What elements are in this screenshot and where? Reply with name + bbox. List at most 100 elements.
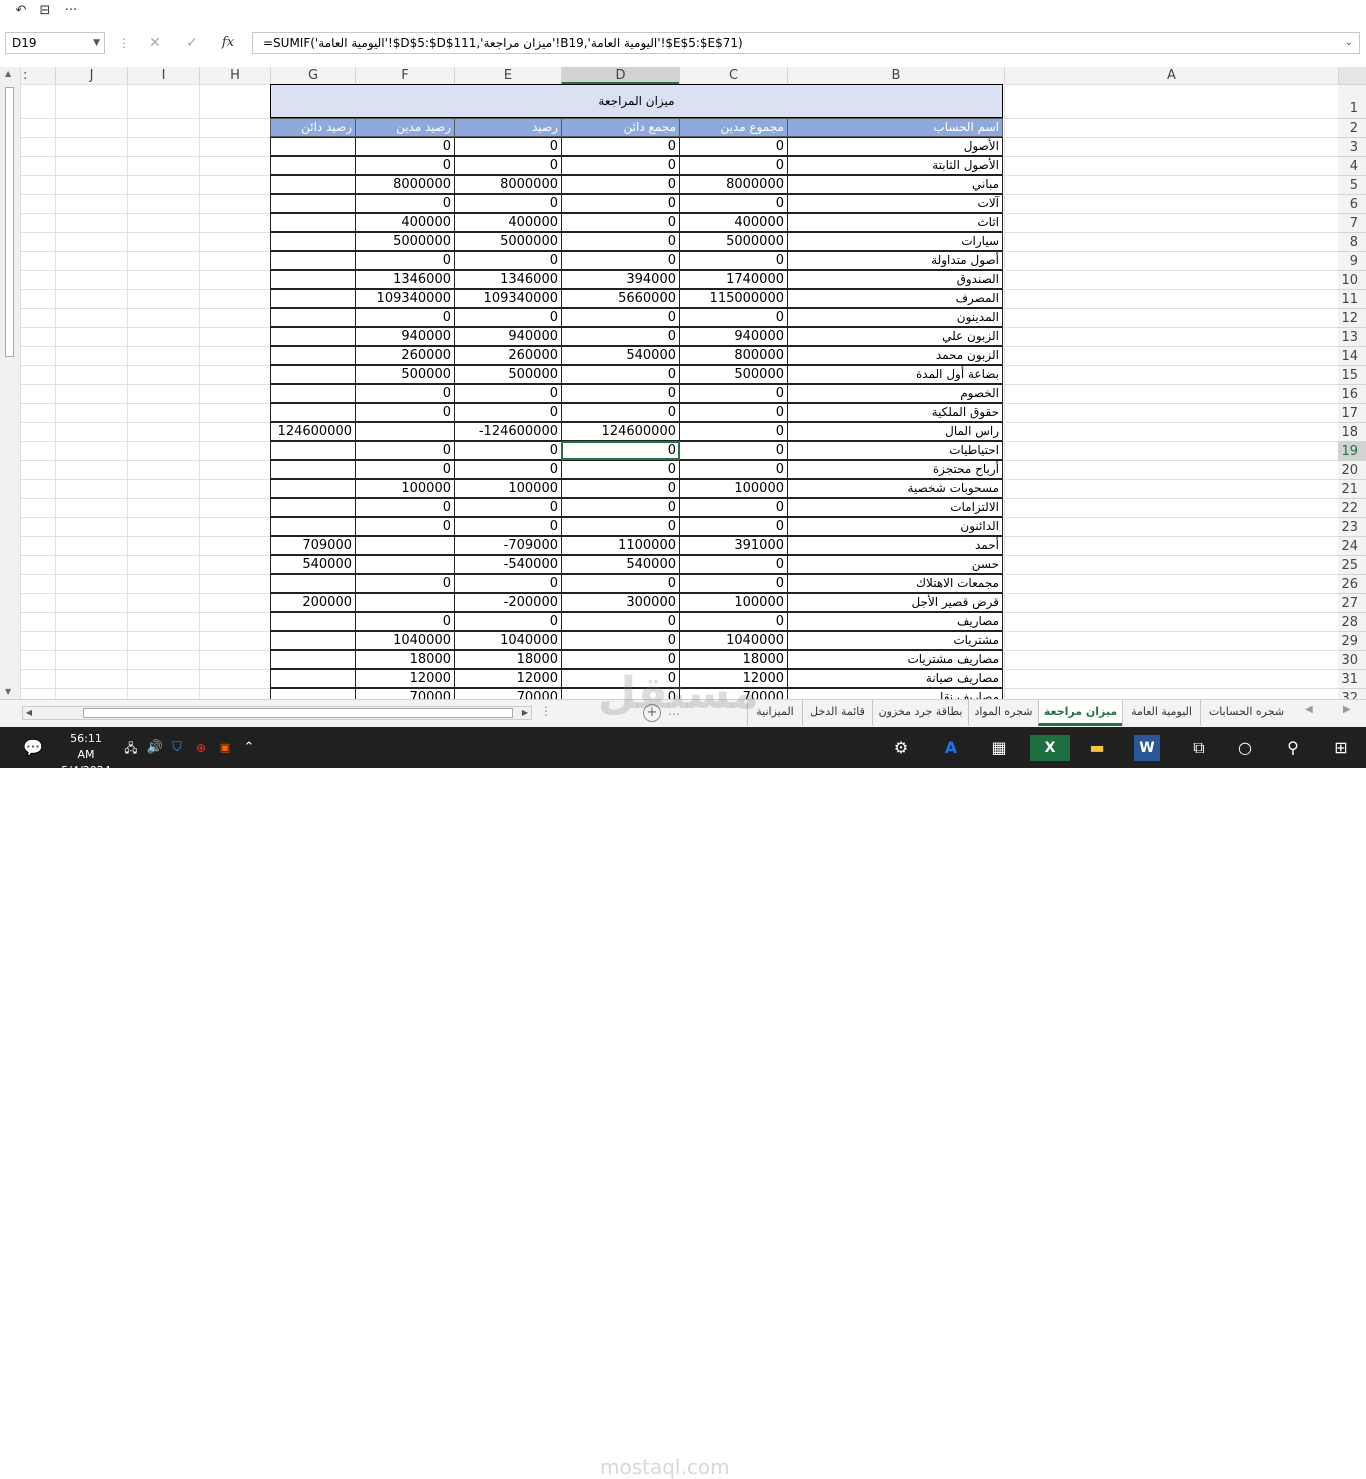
- row-header[interactable]: 19: [1338, 441, 1366, 460]
- column-header-c[interactable]: C: [679, 67, 787, 84]
- cell-debit-balance[interactable]: 0: [355, 498, 455, 517]
- cell-total-debit[interactable]: 0: [679, 308, 788, 327]
- cell-total-credit[interactable]: 0: [561, 650, 680, 669]
- cell-balance[interactable]: 0: [454, 574, 562, 593]
- cell-account-name[interactable]: سيارات: [787, 232, 1003, 251]
- cell-balance[interactable]: 260000: [454, 346, 562, 365]
- cell-account-name[interactable]: حقوق الملكية: [787, 403, 1003, 422]
- insert-function-icon[interactable]: fx: [218, 34, 238, 52]
- cell-credit-balance[interactable]: [270, 327, 356, 346]
- tab-prev-icon[interactable]: ◀: [1305, 704, 1313, 715]
- sheet-tab[interactable]: اليومية العامة: [1122, 700, 1200, 726]
- table-title[interactable]: ميزان المراجعة: [270, 84, 1003, 118]
- cell-balance[interactable]: 0: [454, 137, 562, 156]
- cell-debit-balance[interactable]: 0: [355, 460, 455, 479]
- security-icon[interactable]: ⛉: [164, 735, 190, 761]
- cell-balance[interactable]: 18000: [454, 650, 562, 669]
- row-header[interactable]: 3: [1338, 137, 1366, 156]
- row-header[interactable]: 17: [1338, 403, 1366, 422]
- cell-credit-balance[interactable]: [270, 479, 356, 498]
- cell-account-name[interactable]: الأصول: [787, 137, 1003, 156]
- column-header-h[interactable]: H: [199, 67, 270, 84]
- cell-debit-balance[interactable]: 0: [355, 308, 455, 327]
- vertical-scrollbar[interactable]: ▲ ▼: [0, 67, 21, 699]
- notification-icon[interactable]: 💬: [20, 735, 46, 761]
- cell-total-credit[interactable]: 0: [561, 194, 680, 213]
- cell-credit-balance[interactable]: [270, 688, 356, 699]
- cell-balance[interactable]: 100000: [454, 479, 562, 498]
- cell-total-debit[interactable]: 0: [679, 403, 788, 422]
- cell-total-credit[interactable]: 1100000: [561, 536, 680, 555]
- cell-debit-balance[interactable]: [355, 536, 455, 555]
- cell-balance[interactable]: 0: [454, 612, 562, 631]
- table-icon[interactable]: ⊟: [36, 2, 54, 20]
- cell-total-credit[interactable]: 5660000: [561, 289, 680, 308]
- splitter-icon[interactable]: ⋮: [540, 704, 552, 718]
- cell-account-name[interactable]: الزبون محمد: [787, 346, 1003, 365]
- cell-total-debit[interactable]: 0: [679, 137, 788, 156]
- cell-account-name[interactable]: الأصول الثابتة: [787, 156, 1003, 175]
- cell-total-credit[interactable]: 0: [561, 213, 680, 232]
- cell-balance[interactable]: -709000: [454, 536, 562, 555]
- chevron-up-icon[interactable]: ⌃: [236, 735, 262, 761]
- cell-total-credit[interactable]: 300000: [561, 593, 680, 612]
- row-header[interactable]: 26: [1338, 574, 1366, 593]
- cell-total-debit[interactable]: 0: [679, 612, 788, 631]
- tab-next-icon[interactable]: ▶: [1343, 704, 1351, 715]
- cell-account-name[interactable]: أصول متداولة: [787, 251, 1003, 270]
- network-icon[interactable]: 🖧: [118, 735, 144, 761]
- header-total-debit[interactable]: مجموع مدين: [679, 118, 788, 137]
- cell-credit-balance[interactable]: [270, 612, 356, 631]
- row-header[interactable]: 23: [1338, 517, 1366, 536]
- cell-account-name[interactable]: مشتريات: [787, 631, 1003, 650]
- cell-debit-balance[interactable]: 12000: [355, 669, 455, 688]
- row-header[interactable]: 1: [1338, 84, 1366, 118]
- header-balance[interactable]: رصيد: [454, 118, 562, 137]
- cell-total-credit[interactable]: 0: [561, 251, 680, 270]
- column-header-e[interactable]: E: [454, 67, 561, 84]
- row-header[interactable]: 21: [1338, 479, 1366, 498]
- cell-account-name[interactable]: الدائنون: [787, 517, 1003, 536]
- cell-total-credit[interactable]: 0: [561, 460, 680, 479]
- cell-total-debit[interactable]: 0: [679, 156, 788, 175]
- cell-account-name[interactable]: المدينون: [787, 308, 1003, 327]
- column-header-d[interactable]: D: [561, 67, 679, 84]
- cell-total-debit[interactable]: 115000000: [679, 289, 788, 308]
- cell-debit-balance[interactable]: 0: [355, 403, 455, 422]
- cell-balance[interactable]: 1346000: [454, 270, 562, 289]
- cell-total-credit[interactable]: 540000: [561, 555, 680, 574]
- cell-credit-balance[interactable]: 709000: [270, 536, 356, 555]
- cell-account-name[interactable]: بضاعة أول المدة: [787, 365, 1003, 384]
- cell-credit-balance[interactable]: [270, 498, 356, 517]
- row-header[interactable]: 2: [1338, 118, 1366, 137]
- sheet-tab[interactable]: قائمة الدخل: [802, 700, 872, 726]
- cell-total-debit[interactable]: 0: [679, 498, 788, 517]
- cell-balance[interactable]: 1040000: [454, 631, 562, 650]
- row-header[interactable]: 29: [1338, 631, 1366, 650]
- cell-credit-balance[interactable]: [270, 631, 356, 650]
- header-credit-balance[interactable]: رصيد دائن: [270, 118, 356, 137]
- cell-credit-balance[interactable]: [270, 441, 356, 460]
- cell-debit-balance[interactable]: 5000000: [355, 232, 455, 251]
- start-icon[interactable]: ⊞: [1328, 735, 1354, 761]
- cell-debit-balance[interactable]: 0: [355, 612, 455, 631]
- cell-total-debit[interactable]: 1740000: [679, 270, 788, 289]
- app-a-icon[interactable]: A: [938, 735, 964, 761]
- column-header-b[interactable]: B: [787, 67, 1004, 84]
- cell-total-credit[interactable]: 0: [561, 327, 680, 346]
- cell-total-credit[interactable]: 0: [561, 384, 680, 403]
- cell-total-credit[interactable]: 0: [561, 308, 680, 327]
- cell-debit-balance[interactable]: 500000: [355, 365, 455, 384]
- row-header[interactable]: 20: [1338, 460, 1366, 479]
- cell-debit-balance[interactable]: 8000000: [355, 175, 455, 194]
- cell-balance[interactable]: 0: [454, 384, 562, 403]
- cell-total-credit[interactable]: 540000: [561, 346, 680, 365]
- cell-balance[interactable]: 0: [454, 403, 562, 422]
- cell-credit-balance[interactable]: [270, 175, 356, 194]
- cell-debit-balance[interactable]: 400000: [355, 213, 455, 232]
- cell-debit-balance[interactable]: 0: [355, 251, 455, 270]
- cell-balance[interactable]: 0: [454, 308, 562, 327]
- cell-account-name[interactable]: المصرف: [787, 289, 1003, 308]
- column-header-k[interactable]: :: [20, 67, 55, 84]
- sheet-tab[interactable]: ميزان مراجعة: [1038, 700, 1122, 726]
